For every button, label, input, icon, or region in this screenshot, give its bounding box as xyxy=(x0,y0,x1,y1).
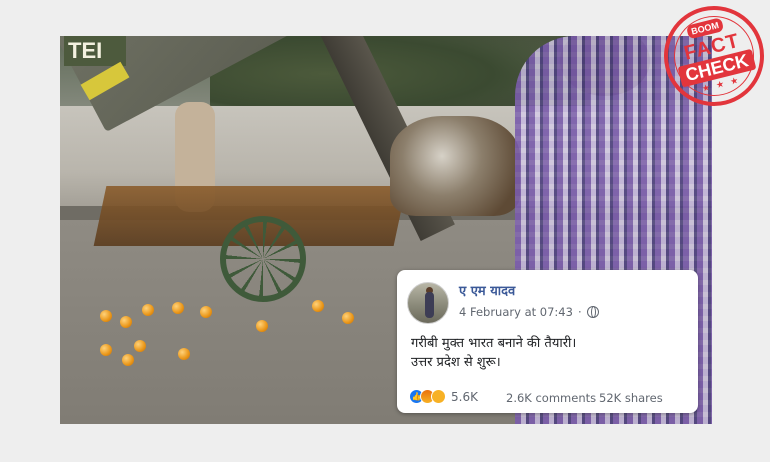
orange xyxy=(200,306,212,318)
shares-count[interactable]: 52K shares xyxy=(599,391,663,405)
orange xyxy=(100,310,112,322)
post-meta: 4 February at 07:43 · xyxy=(459,305,599,319)
orange xyxy=(342,312,354,324)
post-date[interactable]: 4 February at 07:43 xyxy=(459,305,573,319)
bullet-separator: · xyxy=(577,305,582,319)
post-text-line-2: उत्तर प्रदेश से शुरू। xyxy=(411,355,501,370)
post-text: गरीबी मुक्त भारत बनाने की तैयारी। उत्तर … xyxy=(411,334,576,372)
reactions-summary[interactable]: 👍 5.6K xyxy=(409,389,478,404)
sad-icon xyxy=(431,389,446,404)
avatar[interactable] xyxy=(407,282,449,324)
facebook-post-card: ए एम यादव 4 February at 07:43 · गरीबी मु… xyxy=(397,270,698,413)
post-text-line-1: गरीबी मुक्त भारत बनाने की तैयारी। xyxy=(411,336,577,351)
crushed-cart-pile xyxy=(390,116,520,216)
orange xyxy=(120,316,132,328)
orange xyxy=(142,304,154,316)
orange xyxy=(312,300,324,312)
reaction-count: 5.6K xyxy=(451,389,478,404)
orange xyxy=(100,344,112,356)
comments-count[interactable]: 2.6K comments xyxy=(506,391,596,405)
orange xyxy=(178,348,190,360)
orange xyxy=(172,302,184,314)
cart-wheel xyxy=(220,216,306,302)
globe-icon[interactable] xyxy=(586,306,599,318)
author-name[interactable]: ए एम यादव xyxy=(459,281,515,299)
crane-sign: TEI xyxy=(64,36,126,66)
avatar-figure xyxy=(425,292,434,318)
orange xyxy=(134,340,146,352)
orange xyxy=(256,320,268,332)
orange xyxy=(122,354,134,366)
